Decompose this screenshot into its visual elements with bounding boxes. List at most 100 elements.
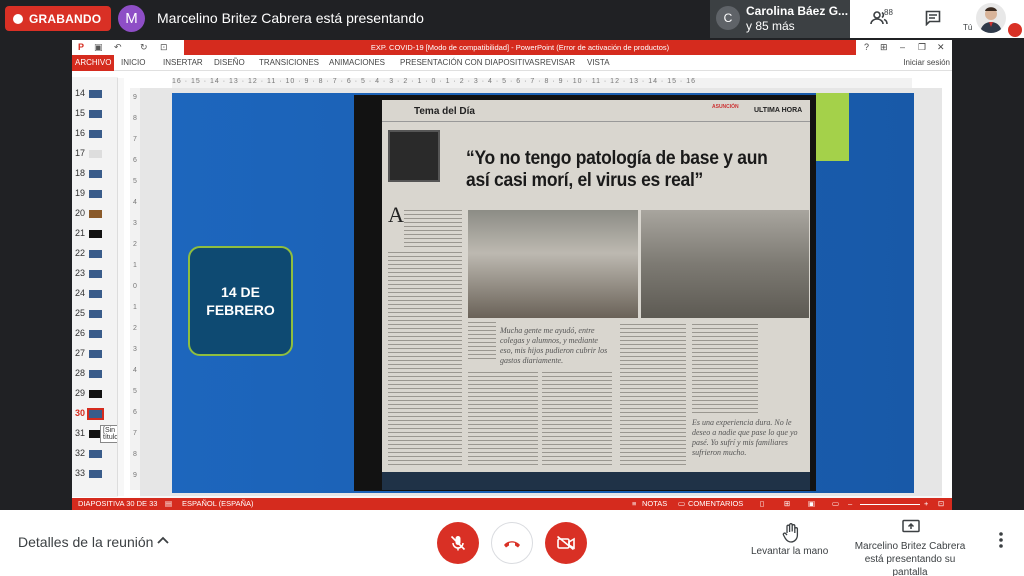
tab-vista[interactable]: VISTA (587, 58, 610, 67)
ppt-window-title: EXP. COVID-19 [Modo de compatibilidad] -… (184, 40, 856, 55)
horizontal-ruler: 16 · 15 · 14 · 13 · 12 · 11 · 10 · 9 · 8… (172, 78, 912, 88)
close-icon[interactable]: ✕ (937, 42, 945, 53)
zoom-slider[interactable] (860, 504, 920, 505)
presenting-status[interactable]: Marcelino Britez Cabrera está presentand… (846, 540, 974, 576)
normal-view-icon[interactable]: ▯ (760, 499, 764, 508)
slide-thumb[interactable]: 23 (72, 265, 118, 283)
newspaper-image[interactable]: Tema del Día ASUNCIÓN ULTIMA HORA “Yo no… (382, 100, 810, 490)
start-presentation-icon[interactable]: ⊡ (160, 42, 168, 53)
paper-city: ASUNCIÓN (712, 104, 739, 110)
paper-text-column (542, 372, 612, 467)
participant-avatar: C (716, 6, 740, 30)
tab-inicio[interactable]: INICIO (121, 58, 145, 67)
paper-logo-image (388, 130, 440, 182)
self-video-thumbnail[interactable] (976, 3, 1006, 33)
green-accent-bar (816, 93, 849, 161)
paper-headline: “Yo no tengo patología de base y aun así… (466, 148, 768, 191)
camera-toggle-button[interactable] (545, 522, 587, 564)
comments-button[interactable]: COMENTARIOS (688, 499, 743, 508)
meet-window: GRABANDO M Marcelino Britez Cabrera está… (0, 0, 1024, 576)
powerpoint-window: P ▣ ↶ ↻ ⊡ EXP. COVID-19 [Modo de compati… (72, 40, 952, 510)
mic-toggle-button[interactable] (437, 522, 479, 564)
tab-archivo[interactable]: ARCHIVO (72, 55, 115, 71)
current-slide[interactable]: 14 DE FEBRERO Tema del Día ASUNCIÓN ULTI… (172, 93, 914, 493)
tab-animaciones[interactable]: ANIMACIONES (329, 58, 385, 67)
self-mic-muted-icon (1008, 23, 1022, 37)
sorter-view-icon[interactable]: ⊞ (784, 499, 790, 508)
minimize-icon[interactable]: – (900, 42, 905, 52)
ppt-logo-icon: P (78, 42, 85, 52)
paper-dropcap: A (388, 202, 404, 227)
paper-text-column (468, 372, 538, 467)
notes-icon: ≡ (632, 499, 637, 508)
chat-icon[interactable] (925, 10, 941, 26)
save-icon[interactable]: ▣ (94, 42, 103, 53)
slide-thumb[interactable]: 27 (72, 345, 118, 363)
slide-thumb[interactable]: 29 (72, 385, 118, 403)
paper-photo-group (468, 210, 638, 318)
ribbon-options-icon[interactable]: ⊞ (880, 42, 888, 53)
slide-thumb[interactable]: 20 (72, 205, 118, 223)
slide-thumb[interactable]: 28 (72, 365, 118, 383)
slide-thumb[interactable]: 26 (72, 325, 118, 343)
help-icon[interactable]: ? (864, 42, 869, 52)
slide-thumbnails-pane: 14 15 16 17 18 19 20 21 22 23 24 25 26 2… (72, 77, 124, 497)
slide-thumb[interactable]: 25 (72, 305, 118, 323)
notes-button[interactable]: NOTAS (642, 499, 667, 508)
recording-badge[interactable]: GRABANDO (5, 6, 112, 31)
leave-call-button[interactable] (491, 522, 533, 564)
slide-thumb[interactable]: 16 (72, 125, 118, 143)
paper-text-column (620, 324, 686, 467)
thumbnails-scrollbar[interactable] (117, 78, 124, 496)
tab-diseno[interactable]: DISEÑO (214, 58, 245, 67)
restore-icon[interactable]: ❐ (918, 42, 926, 53)
slide-thumb[interactable]: 17 (72, 145, 118, 163)
slide-thumb[interactable]: 18 (72, 165, 118, 183)
slide-thumb[interactable]: 19 (72, 185, 118, 203)
tab-presentacion[interactable]: PRESENTACIÓN CON DIAPOSITIVAS (400, 58, 540, 67)
chevron-up-icon[interactable] (156, 534, 170, 548)
raise-hand-label[interactable]: Levantar la mano (751, 546, 828, 557)
record-icon (13, 13, 23, 24)
signin-link[interactable]: Iniciar sesión (903, 58, 950, 67)
paper-quote-1: Mucha gente me ayudó, entre colegas y al… (500, 326, 608, 365)
slide-thumb[interactable]: 21 (72, 225, 118, 243)
raise-hand-icon[interactable] (782, 523, 800, 543)
date-box[interactable]: 14 DE FEBRERO (188, 246, 293, 356)
paper-section: Tema del Día (414, 106, 475, 117)
meeting-details-button[interactable]: Detalles de la reunión (18, 534, 153, 550)
slide-thumb[interactable]: 33 (72, 465, 118, 483)
paper-caption (468, 322, 496, 362)
paper-photo-man (641, 210, 809, 318)
ribbon-tabs: ARCHIVO INICIO INSERTAR DISEÑO TRANSICIO… (72, 55, 952, 71)
slide-thumb[interactable]: 24 (72, 285, 118, 303)
status-slide-counter: DIAPOSITIVA 30 DE 33 (78, 499, 158, 508)
slide-thumb[interactable]: 14 (72, 85, 118, 103)
spellcheck-icon[interactable]: ▤ (165, 499, 172, 508)
slide-thumb[interactable]: 22 (72, 245, 118, 263)
reading-view-icon[interactable]: ▣ (808, 499, 815, 508)
self-label: Tú (963, 23, 973, 32)
presenting-line-1: Marcelino Britez Cabrera (854, 541, 966, 552)
more-options-icon[interactable] (995, 531, 1007, 549)
tab-insertar[interactable]: INSERTAR (163, 58, 203, 67)
mic-off-icon (450, 535, 466, 551)
date-line2: FEBRERO (206, 302, 275, 318)
slide-thumb[interactable]: 32 (72, 445, 118, 463)
fit-slide-icon[interactable]: ⊡ (938, 499, 944, 508)
presenter-title: Marcelino Britez Cabrera está presentand… (157, 10, 424, 26)
slide-thumb-selected[interactable]: 30 (72, 405, 118, 423)
redo-icon[interactable]: ↻ (140, 42, 148, 53)
paper-text-column (388, 252, 462, 467)
slide-thumb[interactable]: 15 (72, 105, 118, 123)
ppt-statusbar: DIAPOSITIVA 30 DE 33 ▤ ESPAÑOL (ESPAÑA) … (72, 498, 952, 510)
status-language[interactable]: ESPAÑOL (ESPAÑA) (182, 499, 254, 508)
presenting-line-2: está presentando su pantalla (864, 554, 956, 576)
zoom-out-icon[interactable]: – (848, 499, 852, 508)
slideshow-view-icon[interactable]: ▭ (832, 499, 839, 508)
tab-revisar[interactable]: REVISAR (540, 58, 575, 67)
tab-transiciones[interactable]: TRANSICIONES (259, 58, 319, 67)
zoom-in-icon[interactable]: + (924, 499, 928, 508)
undo-icon[interactable]: ↶ (114, 42, 122, 53)
present-screen-icon[interactable] (902, 519, 920, 535)
